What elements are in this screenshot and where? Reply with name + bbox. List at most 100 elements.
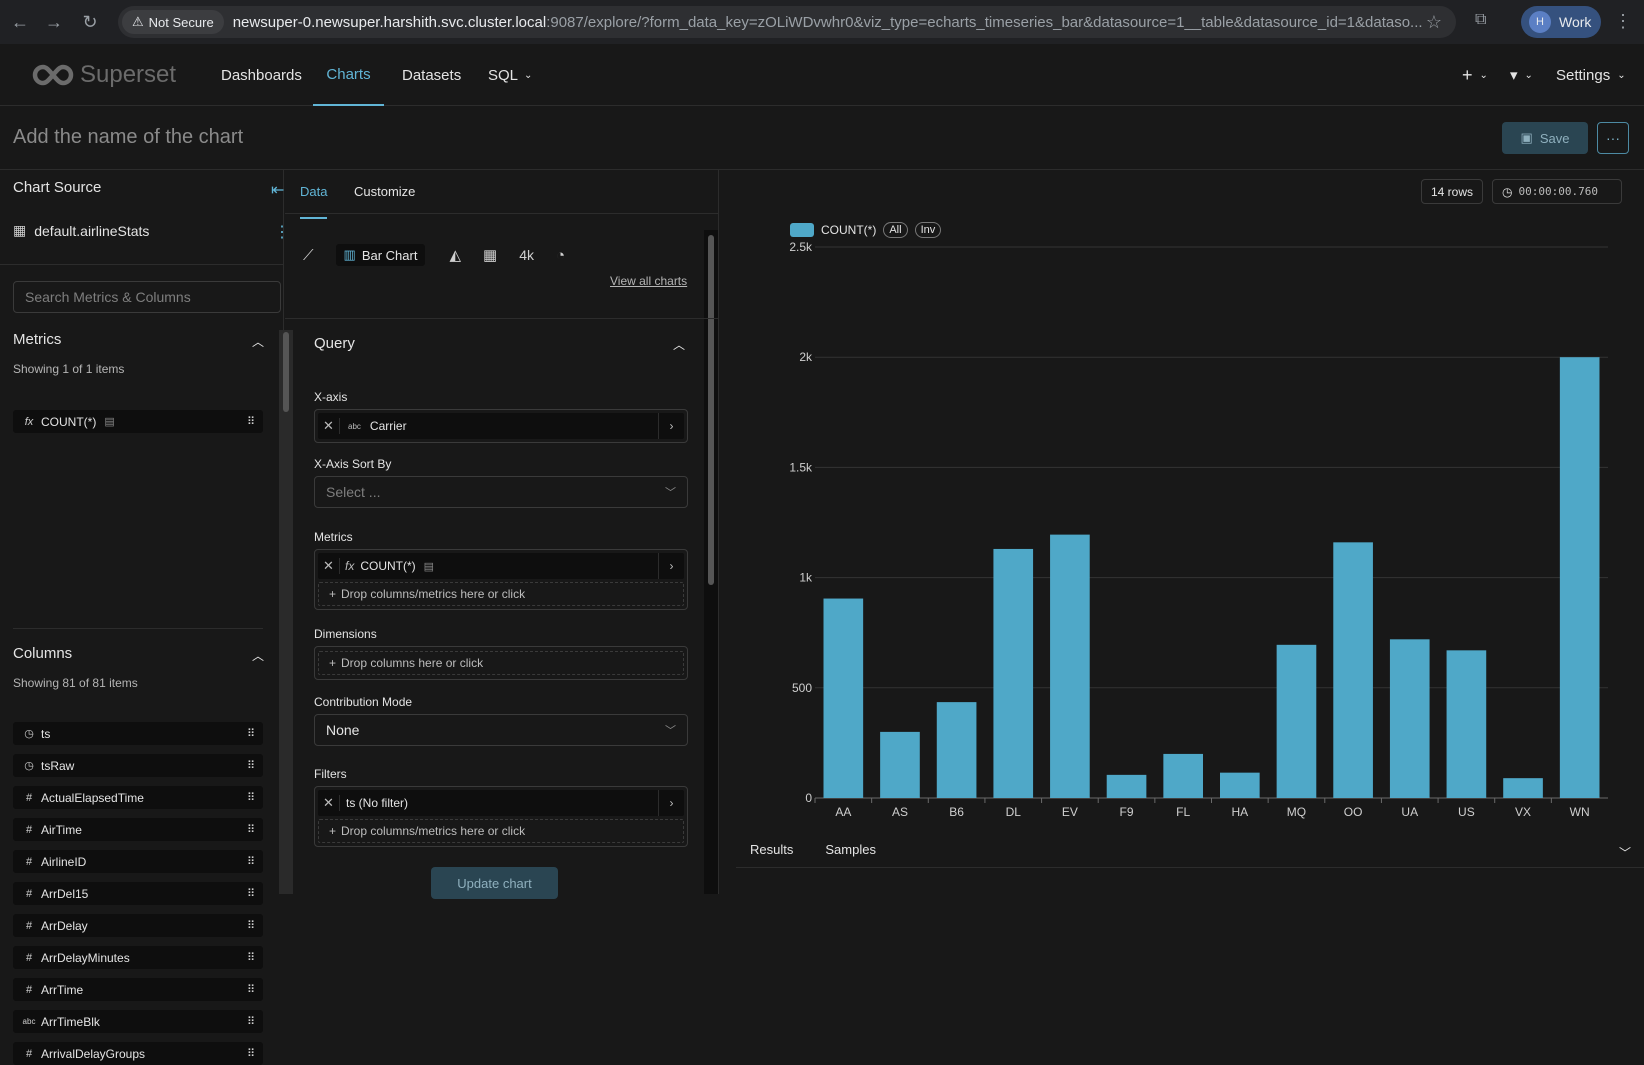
chevron-up-icon[interactable]: ︿: [673, 336, 685, 353]
tab-results[interactable]: Results: [750, 842, 793, 857]
xaxis-control: ✕ abc Carrier ›: [314, 409, 688, 443]
chevron-up-icon[interactable]: ︿: [252, 647, 264, 664]
table-icon[interactable]: ▦: [483, 246, 497, 264]
bar-B6[interactable]: [936, 702, 977, 798]
drag-handle-icon[interactable]: ⠿: [247, 1047, 255, 1060]
column-item[interactable]: # AirlineID ⠿: [13, 850, 263, 873]
metrics-dropzone[interactable]: + Drop columns/metrics here or click: [318, 582, 684, 606]
drag-handle-icon[interactable]: ⠿: [247, 951, 255, 964]
column-item[interactable]: # ArrTime ⠿: [13, 978, 263, 1001]
viz-selected-label: Bar Chart: [361, 247, 418, 263]
chart-panel: 14 rows ◷ 00:00:00.760 COUNT(*) All Inv 0…: [720, 170, 1644, 894]
drag-handle-icon[interactable]: ⠿: [247, 1015, 255, 1028]
nav-charts[interactable]: Charts: [313, 44, 384, 106]
bookmark-star-icon[interactable]: ☆: [1426, 12, 1442, 33]
chart-title-input[interactable]: Add the name of the chart: [13, 126, 243, 149]
contribution-select[interactable]: None ﹀: [314, 714, 688, 746]
area-chart-icon[interactable]: ◭: [449, 246, 461, 264]
collapse-panel-icon[interactable]: ⇤: [271, 180, 284, 200]
column-item[interactable]: ◷ ts ⠿: [13, 722, 263, 745]
nav-sql[interactable]: SQL ⌄: [488, 44, 532, 106]
column-item[interactable]: # ArrivalDelayGroups ⠿: [13, 1042, 263, 1065]
bar-OO[interactable]: [1333, 542, 1373, 798]
big-number-icon[interactable]: 4k: [519, 247, 534, 263]
xaxis-tag[interactable]: ✕ abc Carrier ›: [318, 413, 684, 439]
xaxis-value: Carrier: [369, 419, 407, 433]
drag-handle-icon[interactable]: ⠿: [247, 919, 255, 932]
nav-datasets[interactable]: Datasets: [402, 44, 461, 106]
bar-UA[interactable]: [1389, 639, 1430, 798]
drag-handle-icon[interactable]: ⠿: [247, 823, 255, 836]
close-icon[interactable]: ✕: [318, 795, 340, 811]
superset-logo[interactable]: Superset: [32, 61, 176, 89]
plus-icon: +: [1462, 64, 1473, 85]
filter-tag[interactable]: ✕ ts (No filter) ›: [318, 790, 684, 816]
bar-AS[interactable]: [880, 731, 920, 798]
x-tick-label: VX: [1515, 805, 1531, 819]
close-icon[interactable]: ✕: [318, 418, 340, 434]
bar-DL[interactable]: [993, 548, 1034, 798]
metric-item[interactable]: fx COUNT(*) ▤ ⠿: [13, 410, 263, 433]
security-chip[interactable]: ⚠ Not Secure: [122, 10, 224, 34]
bar-F9[interactable]: [1106, 774, 1147, 798]
drag-handle-icon[interactable]: ⠿: [247, 791, 255, 804]
new-menu[interactable]: + ⌄: [1462, 44, 1488, 106]
x-tick-label: F9: [1120, 805, 1134, 819]
reload-icon[interactable]: ↻: [79, 11, 101, 33]
dimensions-dropzone[interactable]: + Drop columns here or click: [318, 651, 684, 675]
drag-handle-icon[interactable]: ⠿: [247, 855, 255, 868]
column-item[interactable]: # AirTime ⠿: [13, 818, 263, 841]
viz-bar-chart[interactable]: ▥ Bar Chart: [335, 244, 426, 266]
update-chart-button[interactable]: Update chart: [431, 867, 558, 899]
divider: [285, 213, 719, 214]
filters-dropzone[interactable]: + Drop columns/metrics here or click: [318, 819, 684, 843]
bar-MQ[interactable]: [1276, 644, 1317, 798]
tab-samples[interactable]: Samples: [825, 842, 876, 857]
bar-US[interactable]: [1446, 650, 1487, 798]
chevron-up-icon[interactable]: ︿: [252, 333, 264, 350]
url-text[interactable]: newsuper-0.newsuper.harshith.svc.cluster…: [233, 14, 1423, 31]
drag-handle-icon[interactable]: ⠿: [247, 727, 255, 740]
chevron-right-icon[interactable]: ›: [658, 790, 684, 816]
chevron-right-icon[interactable]: ›: [658, 553, 684, 579]
warning-icon: ⚠: [132, 14, 144, 29]
column-item[interactable]: abc ArrTimeBlk ⠿: [13, 1010, 263, 1033]
theme-menu[interactable]: ▾ ⌄: [1510, 44, 1533, 106]
settings-menu[interactable]: Settings ⌄: [1556, 44, 1626, 106]
metric-tag[interactable]: ✕ fx COUNT(*) ▤ ›: [318, 553, 684, 579]
drag-handle-icon[interactable]: ⠿: [247, 983, 255, 996]
scrollbar-thumb[interactable]: [708, 235, 714, 585]
bar-FL[interactable]: [1163, 753, 1204, 798]
x-tick-label: AA: [835, 805, 851, 819]
browser-menu-icon[interactable]: ⋮: [1614, 11, 1632, 32]
search-metrics-input[interactable]: Search Metrics & Columns: [13, 281, 281, 313]
xaxis-sort-select[interactable]: Select ... ﹀: [314, 476, 688, 508]
address-bar[interactable]: ⚠ Not Secure newsuper-0.newsuper.harshith…: [118, 6, 1456, 38]
bar-VX[interactable]: [1503, 778, 1543, 798]
x-tick-label: MQ: [1287, 805, 1306, 819]
column-item[interactable]: ◷ tsRaw ⠿: [13, 754, 263, 777]
save-button[interactable]: ▣ Save: [1502, 122, 1588, 154]
more-options-button[interactable]: ···: [1597, 122, 1629, 154]
column-item[interactable]: # ArrDelayMinutes ⠿: [13, 946, 263, 969]
back-icon[interactable]: ←: [9, 11, 31, 33]
column-item[interactable]: # ActualElapsedTime ⠿: [13, 786, 263, 809]
bar-WN[interactable]: [1559, 357, 1600, 798]
drag-handle-icon[interactable]: ⠿: [247, 759, 255, 772]
line-chart-icon[interactable]: ⟋: [303, 247, 314, 264]
column-item[interactable]: # ArrDelay ⠿: [13, 914, 263, 937]
nav-dashboards[interactable]: Dashboards: [221, 44, 302, 106]
bar-EV[interactable]: [1050, 534, 1090, 798]
chevron-down-icon[interactable]: ﹀: [1619, 844, 1631, 861]
extensions-icon[interactable]: ⧉: [1475, 11, 1486, 29]
chevron-right-icon[interactable]: ›: [658, 413, 684, 439]
bar-AA[interactable]: [823, 598, 864, 798]
y-tick-label: 2k: [799, 350, 813, 364]
view-all-charts-link[interactable]: View all charts: [610, 274, 687, 288]
bar-HA[interactable]: [1219, 772, 1260, 798]
drag-handle-icon[interactable]: ⠿: [247, 415, 255, 428]
forward-icon[interactable]: →: [43, 11, 65, 33]
pie-chart-icon[interactable]: ◔: [556, 247, 565, 264]
close-icon[interactable]: ✕: [318, 558, 340, 574]
profile-button[interactable]: H Work: [1521, 6, 1601, 38]
